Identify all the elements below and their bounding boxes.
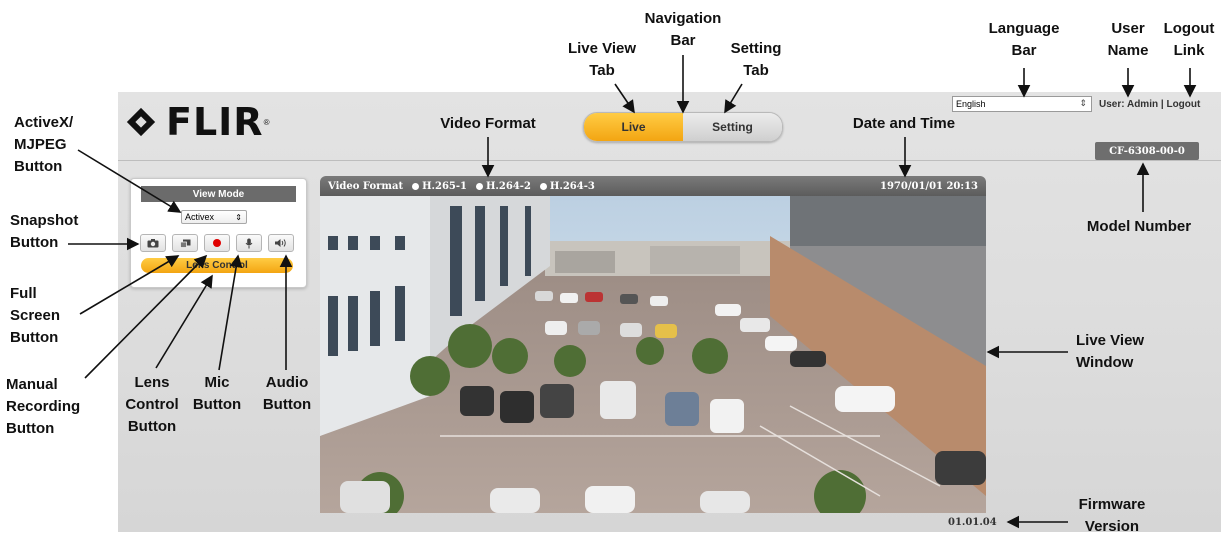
annotation-lens-control-button: Lens Control Button [125, 374, 179, 435]
annotation-setting-tab: Setting Tab [730, 40, 782, 79]
annotation-video-format: Video Format [440, 115, 536, 132]
annotation-audio-button: Audio Button [262, 374, 312, 413]
annotation-user-name: User Name [1107, 20, 1149, 59]
annotation-activex-button: ActiveX/ MJPEG Button [14, 114, 74, 175]
annotation-snapshot-button: Snapshot Button [10, 212, 79, 251]
annotation-full-screen-button: Full Screen Button [10, 285, 61, 346]
annotation-model-number: Model Number [1086, 218, 1192, 235]
annotation-firmware-version: Firmware Version [1078, 496, 1146, 535]
annotation-logout-link: Logout Link [1163, 20, 1215, 59]
annotation-manual-recording-button: Manual Recording Button [6, 376, 81, 437]
annotation-live-view-window: Live View Window [1076, 332, 1145, 371]
annotation-mic-button: Mic Button [192, 374, 242, 413]
annotation-language-bar: Language Bar [988, 20, 1060, 59]
annotation-date-and-time: Date and Time [852, 115, 956, 132]
annotation-live-view-tab: Live View Tab [567, 40, 637, 79]
